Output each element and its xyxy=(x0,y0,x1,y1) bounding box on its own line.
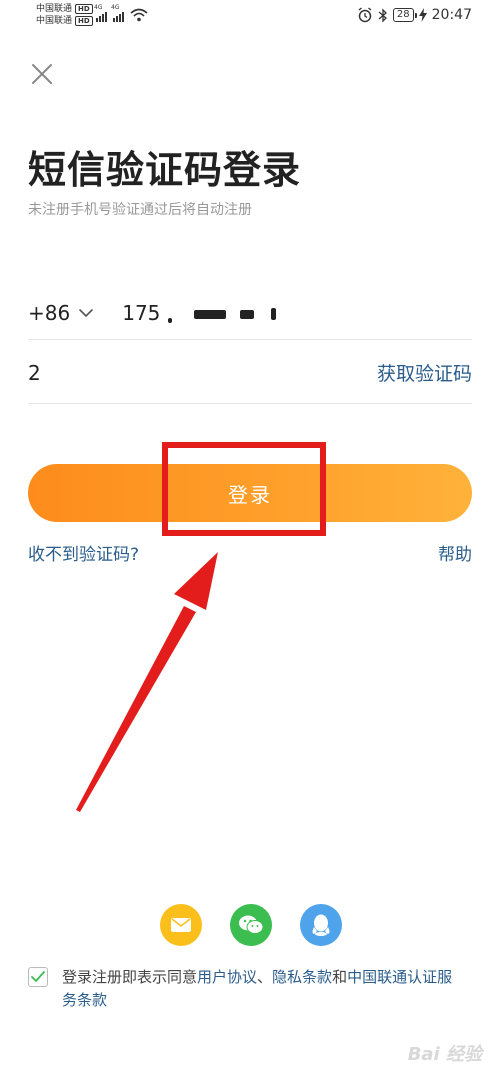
signal-indicators: 4G 4G xyxy=(94,4,148,22)
sms-code-row: 2 获取验证码 xyxy=(28,342,472,404)
country-code-selector[interactable]: +86 xyxy=(28,301,70,325)
qq-icon xyxy=(312,914,330,936)
network-type: 4G xyxy=(94,4,103,11)
annotation-arrow-icon xyxy=(76,552,218,812)
hd-badge: HD xyxy=(75,16,93,26)
agreement-text: 登录注册即表示同意用户协议、隐私条款和中国联通认证服务条款 xyxy=(62,966,462,1012)
redaction-mark xyxy=(167,317,172,323)
chevron-down-icon[interactable] xyxy=(78,308,94,318)
annotation-highlight-box xyxy=(162,442,326,536)
mail-login-button[interactable] xyxy=(160,904,202,946)
bluetooth-icon xyxy=(378,7,387,23)
battery-level: 28 xyxy=(392,8,417,22)
help-link[interactable]: 帮助 xyxy=(438,540,472,565)
signal-icon: 4G xyxy=(111,4,124,22)
redaction-mark xyxy=(270,308,276,320)
mail-icon xyxy=(171,918,191,932)
wechat-login-button[interactable] xyxy=(230,904,272,946)
status-bar: 中国联通 HD 中国联通 HD 4G 4G 28 20:47 xyxy=(0,0,500,34)
status-right: 28 20:47 xyxy=(357,7,472,23)
clock-time: 20:47 xyxy=(431,7,472,23)
page-subtitle: 未注册手机号验证通过后将自动注册 xyxy=(28,202,252,218)
agreement-prefix: 登录注册即表示同意 xyxy=(62,968,198,986)
phone-input-row[interactable]: +86 175 xyxy=(28,286,472,340)
user-agreement-link[interactable]: 用户协议 xyxy=(197,968,257,986)
sms-code-input[interactable]: 2 xyxy=(28,361,41,385)
network-type: 4G xyxy=(111,4,120,11)
agreement-row: 登录注册即表示同意用户协议、隐私条款和中国联通认证服务条款 xyxy=(28,966,478,1012)
phone-number-value: 175 xyxy=(122,300,161,325)
check-icon xyxy=(31,971,45,983)
page-title: 短信验证码登录 xyxy=(28,148,302,192)
redaction-mark xyxy=(240,309,255,319)
carrier-info: 中国联通 HD 中国联通 HD xyxy=(36,3,93,27)
hd-badge: HD xyxy=(75,4,93,14)
privacy-link[interactable]: 隐私条款 xyxy=(272,968,332,986)
close-icon[interactable] xyxy=(30,62,54,86)
get-code-button[interactable]: 获取验证码 xyxy=(377,359,472,386)
carrier-name-1: 中国联通 xyxy=(36,4,73,14)
qq-login-button[interactable] xyxy=(300,904,342,946)
wechat-icon xyxy=(239,915,264,934)
watermark: Bai 经验 xyxy=(407,1044,482,1065)
signal-icon: 4G xyxy=(94,4,107,22)
wifi-icon xyxy=(130,8,148,22)
charging-icon xyxy=(418,8,427,22)
phone-number-input[interactable]: 175 xyxy=(122,301,276,325)
social-login-group xyxy=(160,904,342,946)
redaction-mark xyxy=(194,309,227,319)
carrier-name-2: 中国联通 xyxy=(36,16,73,26)
agreement-checkbox[interactable] xyxy=(28,967,48,987)
agreement-and: 和 xyxy=(332,968,348,986)
agreement-separator: 、 xyxy=(257,968,273,986)
alarm-icon xyxy=(358,7,372,23)
